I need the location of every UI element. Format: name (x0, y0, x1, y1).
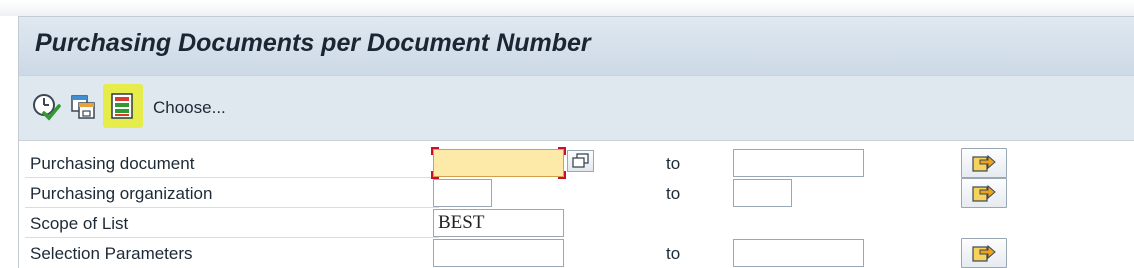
required-marker-top-left (431, 147, 439, 155)
purchasing-document-from-input[interactable] (433, 149, 564, 177)
selection-screen: Purchasing document to Purchasing organi… (19, 141, 1134, 268)
multiple-selection-arrow-icon (972, 154, 996, 172)
report-screen: Purchasing Documents per Document Number (18, 16, 1134, 268)
selection-parameters-label: Selection Parameters (30, 244, 193, 263)
title-bar: Purchasing Documents per Document Number (19, 17, 1134, 75)
purchasing-document-to-input[interactable] (733, 149, 864, 177)
required-marker-bottom-right (558, 171, 566, 179)
purchasing-organization-from-input[interactable] (433, 179, 492, 207)
row-separator (25, 177, 439, 178)
required-marker-top-right (558, 147, 566, 155)
to-label: to (666, 154, 681, 173)
scope-of-list-label: Scope of List (30, 214, 129, 233)
selection-parameters-to-input[interactable] (733, 239, 864, 267)
selection-parameters-from-input[interactable] (433, 239, 564, 267)
application-toolbar: Choose... (19, 75, 1134, 141)
page-title: Purchasing Documents per Document Number (35, 29, 591, 57)
to-label: to (666, 184, 681, 203)
get-variant-icon[interactable] (69, 92, 99, 122)
multiple-selection-arrow-icon (972, 244, 996, 262)
choose-button[interactable]: Choose... (153, 98, 226, 118)
scope-of-list-input[interactable]: BEST (433, 209, 564, 237)
multiple-selection-button[interactable] (961, 238, 1007, 268)
execute-icon[interactable] (31, 92, 61, 122)
matchcode-button[interactable] (567, 150, 594, 172)
purchasing-organization-to-input[interactable] (733, 179, 792, 207)
to-label: to (666, 244, 681, 263)
layout-list-icon[interactable] (103, 84, 143, 128)
required-marker-bottom-left (431, 171, 439, 179)
row-separator (25, 207, 439, 208)
purchasing-organization-label: Purchasing organization (30, 184, 213, 203)
multiple-selection-button[interactable] (961, 178, 1007, 208)
window-top-strip (0, 0, 1134, 16)
row-separator (25, 237, 439, 238)
multiple-selection-arrow-icon (972, 184, 996, 202)
purchasing-document-label: Purchasing document (30, 154, 195, 173)
multiple-selection-button[interactable] (961, 148, 1007, 178)
